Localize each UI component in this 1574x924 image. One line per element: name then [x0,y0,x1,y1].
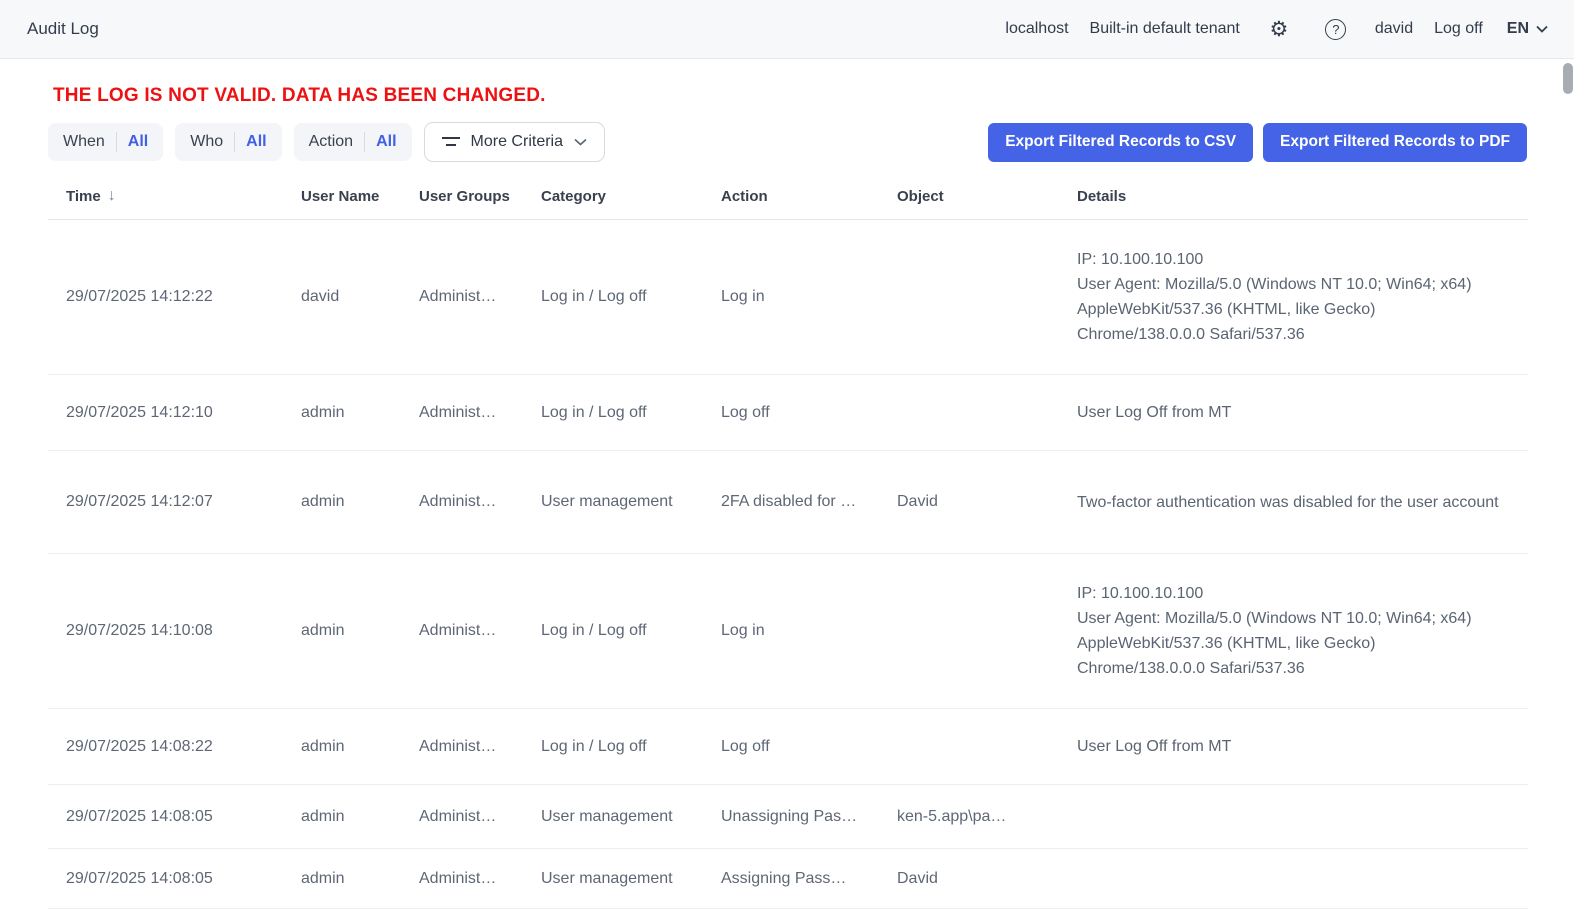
audit-log-table: Time ↓ User Name User Groups Category Ac… [48,173,1528,909]
cell-object: David [897,870,1077,888]
filter-chip-when[interactable]: When All [48,123,163,161]
cell-object: David [897,493,1077,511]
settings-button[interactable]: ⚙ [1266,16,1292,42]
cell-category: Log in / Log off [541,738,721,756]
cell-action: Log in [721,288,897,306]
topbar-right: localhost Built-in default tenant ⚙ ? da… [1005,16,1548,42]
chevron-down-icon [574,138,587,146]
cell-object: ken-5.app\pa… [897,808,1077,826]
cell-time: 29/07/2025 14:12:22 [66,288,301,306]
current-user[interactable]: david [1375,20,1413,38]
more-criteria-label: More Criteria [471,133,563,151]
filter-chip-action[interactable]: Action All [294,123,412,161]
cell-groups: Administ… [419,288,541,306]
table-row: 29/07/2025 14:12:10 admin Administ… Log … [48,375,1528,451]
cell-time: 29/07/2025 14:12:07 [66,493,301,511]
cell-groups: Administ… [419,808,541,826]
cell-time: 29/07/2025 14:12:10 [66,404,301,422]
table-body: 29/07/2025 14:12:22 david Administ… Log … [48,220,1528,909]
cell-action: Log off [721,738,897,756]
filter-when-label: When [63,133,105,151]
table-row: 29/07/2025 14:12:07 admin Administ… User… [48,451,1528,554]
table-row: 29/07/2025 14:08:22 admin Administ… Log … [48,709,1528,785]
table-header: Time ↓ User Name User Groups Category Ac… [48,173,1528,220]
cell-time: 29/07/2025 14:08:05 [66,870,301,888]
cell-category: Log in / Log off [541,622,721,640]
filter-who-label: Who [190,133,223,151]
filter-bar: When All Who All Action All More Criteri… [48,122,1527,162]
cell-category: User management [541,870,721,888]
chip-divider [234,132,235,152]
chevron-down-icon [1536,25,1548,33]
cell-details [1077,866,1528,892]
table-row: 29/07/2025 14:08:05 admin Administ… User… [48,849,1528,909]
cell-groups: Administ… [419,622,541,640]
column-header-category: Category [541,188,721,205]
cell-user: admin [301,404,419,422]
gear-icon: ⚙ [1269,19,1288,40]
cell-action: Log in [721,622,897,640]
more-criteria-button[interactable]: More Criteria [424,122,605,162]
cell-time: 29/07/2025 14:08:22 [66,738,301,756]
table-row: 29/07/2025 14:10:08 admin Administ… Log … [48,554,1528,709]
column-header-action: Action [721,188,897,205]
help-button[interactable]: ? [1323,16,1349,42]
log-invalid-warning: THE LOG IS NOT VALID. DATA HAS BEEN CHAN… [53,85,1574,107]
cell-category: Log in / Log off [541,404,721,422]
cell-action: 2FA disabled for … [721,493,897,511]
cell-action: Assigning Pass… [721,870,897,888]
cell-category: User management [541,808,721,826]
sort-desc-icon: ↓ [108,187,116,205]
table-row: 29/07/2025 14:08:05 admin Administ… User… [48,785,1528,849]
cell-user: admin [301,870,419,888]
cell-details: User Log Off from MT [1077,721,1528,772]
cell-category: Log in / Log off [541,288,721,306]
column-header-time[interactable]: Time ↓ [66,187,301,205]
cell-user: admin [301,738,419,756]
table-row: 29/07/2025 14:12:22 david Administ… Log … [48,220,1528,375]
cell-time: 29/07/2025 14:08:05 [66,808,301,826]
chip-divider [116,132,117,152]
filter-chip-who[interactable]: Who All [175,123,281,161]
column-header-user: User Name [301,188,419,205]
export-csv-button[interactable]: Export Filtered Records to CSV [988,123,1253,162]
cell-action: Log off [721,404,897,422]
language-selector[interactable]: EN [1507,20,1548,38]
export-buttons: Export Filtered Records to CSV Export Fi… [988,123,1527,162]
cell-user: david [301,288,419,306]
topbar: Audit Log localhost Built-in default ten… [0,0,1574,59]
tenant-label: Built-in default tenant [1090,20,1240,38]
cell-action: Unassigning Pas… [721,808,897,826]
cell-user: admin [301,808,419,826]
help-icon: ? [1325,19,1346,40]
filter-who-value[interactable]: All [246,133,266,151]
logoff-link[interactable]: Log off [1434,20,1483,38]
vertical-scrollbar-thumb[interactable] [1563,63,1573,94]
cell-groups: Administ… [419,870,541,888]
cell-groups: Administ… [419,493,541,511]
column-header-groups: User Groups [419,188,541,205]
filter-action-label: Action [309,133,353,151]
column-header-details: Details [1077,188,1528,205]
cell-details: User Log Off from MT [1077,387,1528,438]
filter-when-value[interactable]: All [128,133,148,151]
cell-groups: Administ… [419,404,541,422]
cell-category: User management [541,493,721,511]
filter-lines-icon [442,136,460,148]
cell-details: IP: 10.100.10.100 User Agent: Mozilla/5.… [1077,234,1528,360]
cell-details [1077,804,1528,830]
column-header-object: Object [897,188,1077,205]
language-label: EN [1507,20,1529,38]
cell-time: 29/07/2025 14:10:08 [66,622,301,640]
chip-divider [364,132,365,152]
cell-user: admin [301,493,419,511]
cell-details: IP: 10.100.10.100 User Agent: Mozilla/5.… [1077,568,1528,694]
cell-user: admin [301,622,419,640]
host-label: localhost [1005,20,1068,38]
export-pdf-button[interactable]: Export Filtered Records to PDF [1263,123,1527,162]
page-title: Audit Log [27,19,99,39]
filter-action-value[interactable]: All [376,133,396,151]
cell-details: Two-factor authentication was disabled f… [1077,477,1528,528]
cell-groups: Administ… [419,738,541,756]
